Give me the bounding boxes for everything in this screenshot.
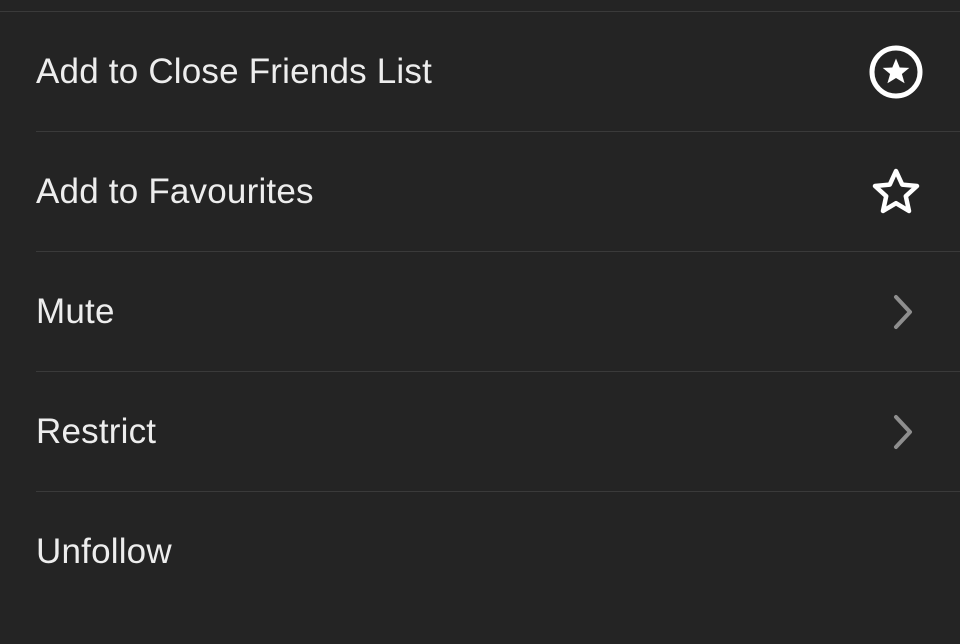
menu-item-favourites[interactable]: Add to Favourites <box>0 132 960 252</box>
star-badge-icon <box>868 44 924 100</box>
menu-item-mute[interactable]: Mute <box>0 252 960 372</box>
menu-label: Mute <box>36 292 115 332</box>
menu-item-unfollow[interactable]: Unfollow <box>0 492 960 612</box>
menu-label: Restrict <box>36 412 156 452</box>
menu-label: Add to Close Friends List <box>36 52 432 92</box>
chevron-right-icon <box>884 412 924 452</box>
menu-label: Unfollow <box>36 532 172 572</box>
menu-item-restrict[interactable]: Restrict <box>0 372 960 492</box>
menu-label: Add to Favourites <box>36 172 314 212</box>
menu-list: Add to Close Friends List Add to Favouri… <box>0 12 960 612</box>
menu-item-close-friends[interactable]: Add to Close Friends List <box>0 12 960 132</box>
chevron-right-icon <box>884 292 924 332</box>
star-outline-icon <box>868 164 924 220</box>
